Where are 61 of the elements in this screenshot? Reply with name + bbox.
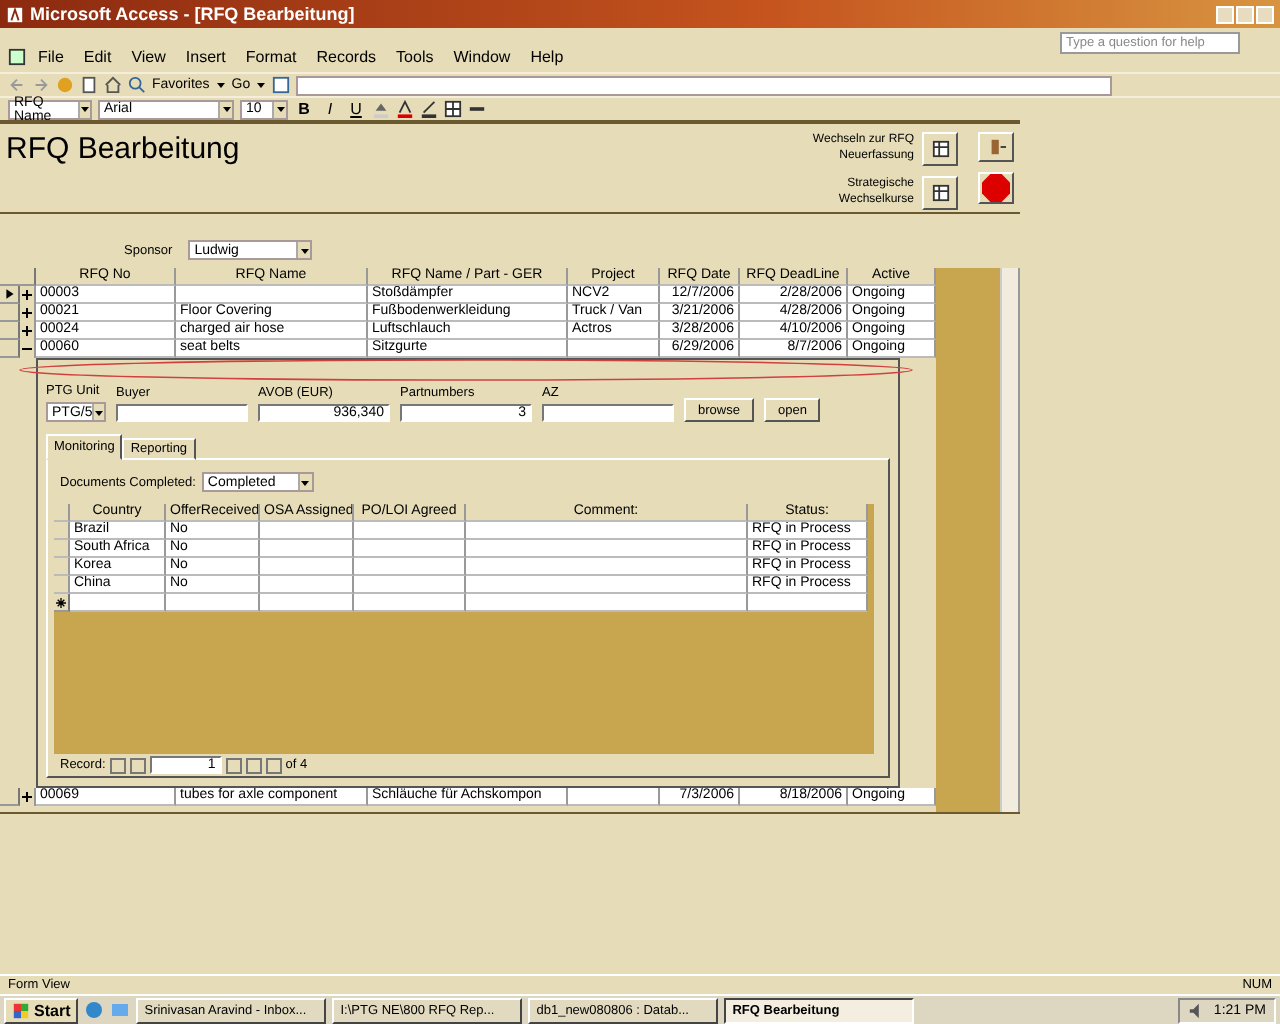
form-icon [931, 140, 949, 158]
windows-flag-icon [12, 1001, 30, 1019]
form-button[interactable] [922, 176, 958, 210]
menu-item[interactable]: Edit [75, 48, 120, 66]
caret-icon [299, 245, 310, 255]
style-button[interactable]: U [346, 100, 366, 118]
style-button[interactable]: B [294, 100, 314, 118]
header-corner [54, 504, 70, 522]
menu-item[interactable]: View [123, 48, 174, 66]
home-icon[interactable] [104, 76, 122, 94]
new-record-selector[interactable] [54, 594, 70, 612]
form-button[interactable] [922, 132, 958, 166]
caret-icon [221, 104, 231, 114]
menu-item[interactable]: Tools [388, 48, 442, 66]
close-button[interactable] [1256, 5, 1274, 23]
font-color-icon[interactable] [396, 100, 414, 118]
menu-item[interactable]: Help [522, 48, 572, 66]
menu-item[interactable]: Window [445, 48, 519, 66]
last-record-button[interactable] [245, 757, 262, 773]
restore-button[interactable] [1236, 5, 1254, 23]
menu-item[interactable]: Format [237, 48, 305, 66]
browser-icon[interactable] [84, 1000, 105, 1020]
caret-icon [215, 80, 226, 90]
line-color-icon[interactable] [420, 100, 438, 118]
address-field[interactable] [296, 75, 1112, 95]
minimize-button[interactable] [1216, 5, 1234, 23]
scrollbar[interactable] [1000, 268, 1020, 812]
window-title: Microsoft Access - [RFQ Bearbeitung] [30, 4, 355, 24]
new-record-button[interactable] [265, 757, 282, 773]
form-title: RFQ Bearbeitung [6, 132, 240, 170]
caret-icon [300, 477, 311, 487]
form-menu-icon[interactable] [8, 48, 26, 66]
next-record-button[interactable] [225, 757, 242, 773]
new-record-icon [56, 597, 66, 607]
style-button[interactable]: I [320, 100, 340, 118]
expand-icon[interactable] [20, 286, 36, 304]
menu-item[interactable]: Insert [177, 48, 234, 66]
border-grid-icon[interactable] [444, 100, 462, 118]
input-field[interactable] [116, 404, 248, 422]
caret-icon [275, 104, 285, 114]
current-record-arrow-icon [3, 288, 15, 300]
start-button[interactable]: Start [4, 997, 79, 1023]
exit-button[interactable] [978, 132, 1014, 162]
current-record-selector[interactable] [0, 286, 20, 304]
stop-button[interactable] [978, 172, 1014, 204]
previous-record-button[interactable] [129, 757, 146, 773]
expand-icon[interactable] [20, 788, 36, 806]
search-icon[interactable] [128, 76, 146, 94]
fill-bucket-icon[interactable] [372, 100, 390, 118]
door-exit-icon [987, 138, 1005, 156]
caret-icon [256, 80, 267, 90]
app-icon [6, 5, 24, 23]
caret-icon [79, 104, 90, 114]
form-icon [931, 184, 949, 202]
menu-item[interactable]: Records [308, 48, 385, 66]
stop-sign-icon [982, 174, 1010, 202]
first-record-button[interactable] [109, 757, 126, 773]
input-field[interactable] [542, 404, 674, 422]
caret-icon [94, 407, 105, 417]
window-icon[interactable] [272, 76, 291, 94]
menu-item[interactable]: File [30, 48, 72, 66]
